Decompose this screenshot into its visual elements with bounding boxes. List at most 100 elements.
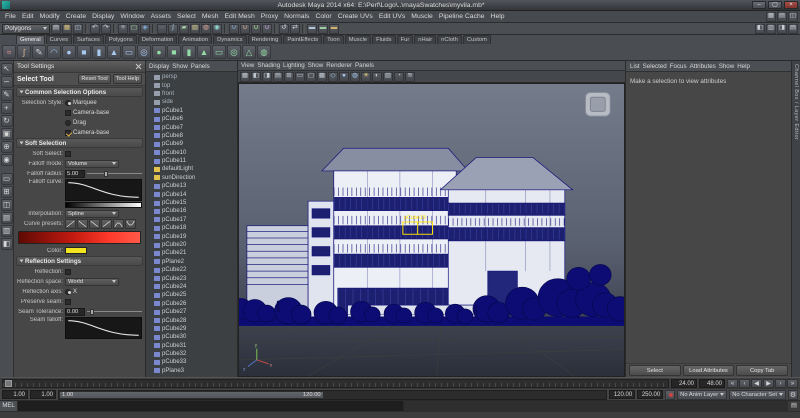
attribute-editor-button[interactable]: Copy Tab xyxy=(736,365,788,376)
playback-button[interactable]: » xyxy=(787,379,798,388)
sidebar-toggle-icon[interactable]: ▥ xyxy=(766,24,776,34)
time-field-2[interactable]: 48.00 xyxy=(699,379,725,388)
soft-select-checkbox[interactable] xyxy=(65,151,71,157)
viewport-toolbar-icon[interactable]: ⊞ xyxy=(284,72,294,82)
playback-button[interactable]: ◀ xyxy=(751,379,762,388)
tool-icon[interactable]: ↻ xyxy=(1,115,13,127)
view-cube[interactable] xyxy=(586,93,611,117)
outliner-item[interactable]: pCube30 xyxy=(146,333,237,341)
viewport-toolbar-icon[interactable]: ▭ xyxy=(295,72,305,82)
status-icon[interactable]: ▰ xyxy=(179,24,189,34)
shelf-tab[interactable]: Custom xyxy=(463,35,491,44)
shelf-item-icon[interactable]: ▮ xyxy=(182,45,196,59)
curve-preset-icon[interactable] xyxy=(113,219,124,229)
outliner-item[interactable]: front xyxy=(146,90,237,98)
status-icon[interactable]: ∪ xyxy=(229,24,239,34)
status-icon[interactable]: ▬ xyxy=(318,24,328,34)
tool-icon[interactable]: ✎ xyxy=(1,89,13,101)
attribute-editor-menu-item[interactable]: List xyxy=(630,63,640,70)
outliner-item[interactable]: pPlane3 xyxy=(146,367,237,375)
shelf-tab[interactable]: Curves xyxy=(46,35,72,44)
menu-item[interactable]: Pipeline Cache xyxy=(436,11,488,22)
playback-button[interactable]: › xyxy=(775,379,786,388)
attribute-editor-menu-item[interactable]: Help xyxy=(737,63,750,70)
close-icon[interactable] xyxy=(135,63,142,70)
menu-item[interactable]: Edit UVs xyxy=(376,11,408,22)
outliner-item[interactable]: pCube32 xyxy=(146,350,237,358)
section-common-selection[interactable]: Common Selection Options xyxy=(16,87,143,97)
status-icon[interactable]: ▬ xyxy=(329,24,339,34)
animation-preferences-icon[interactable]: ⚙ xyxy=(788,390,798,400)
menu-item[interactable]: Proxy xyxy=(258,11,281,22)
shelf-item-icon[interactable]: ▲ xyxy=(197,45,211,59)
shelf-item-icon[interactable]: △ xyxy=(242,45,256,59)
viewport-menu-item[interactable]: Lighting xyxy=(283,62,305,69)
attribute-editor-button[interactable]: Select xyxy=(629,365,681,376)
status-icon[interactable]: ∙ xyxy=(157,24,167,34)
falloff-color-ramp[interactable] xyxy=(18,231,141,244)
status-icon[interactable]: ▦ xyxy=(62,24,72,34)
section-reflection-settings[interactable]: Reflection Settings xyxy=(16,256,143,266)
outliner-item[interactable]: pCube27 xyxy=(146,308,237,316)
outliner-item[interactable]: persp xyxy=(146,73,237,81)
status-icon[interactable]: ↶ xyxy=(90,24,100,34)
status-icon[interactable]: ↷ xyxy=(101,24,111,34)
range-slider[interactable]: 1.00 120.00 xyxy=(58,390,607,400)
seam-tolerance-field[interactable]: 0.00 xyxy=(65,308,85,316)
outliner-item[interactable]: pCube10 xyxy=(146,149,237,157)
viewport-toolbar-icon[interactable]: ◨ xyxy=(262,72,272,82)
menu-item[interactable]: Edit Mesh xyxy=(222,11,258,22)
camera-based-checkbox-2[interactable] xyxy=(65,130,71,136)
viewport-toolbar-icon[interactable]: ▦ xyxy=(240,72,250,82)
shelf-tab[interactable]: Polygons xyxy=(105,35,137,44)
outliner-item[interactable]: pCube22 xyxy=(146,266,237,274)
menu-item[interactable]: Assets xyxy=(148,11,174,22)
viewport-toolbar-icon[interactable]: ▧ xyxy=(383,72,393,82)
shelf-tab[interactable]: Toon xyxy=(323,35,344,44)
layout-shortcut-icon[interactable]: ◫ xyxy=(788,12,798,22)
outliner-item[interactable]: pCube19 xyxy=(146,232,237,240)
status-icon[interactable]: ◍ xyxy=(201,24,211,34)
shelf-item-icon[interactable]: ✎ xyxy=(32,45,46,59)
layout-shortcut-icon[interactable]: ▦ xyxy=(766,12,776,22)
layout-shortcut-icon[interactable]: ▤ xyxy=(777,12,787,22)
camera-based-checkbox[interactable] xyxy=(65,110,71,116)
status-icon[interactable]: ▢ xyxy=(129,24,139,34)
menu-item[interactable]: Modify xyxy=(37,11,63,22)
shelf-item-icon[interactable]: ◎ xyxy=(137,45,151,59)
layout-button-icon[interactable]: ▭ xyxy=(1,173,13,185)
outliner-menu-item[interactable]: Show xyxy=(172,63,187,70)
outliner-item[interactable]: pCube17 xyxy=(146,216,237,224)
viewport-toolbar-icon[interactable]: ◐ xyxy=(372,72,382,82)
viewport-menu-item[interactable]: Show xyxy=(308,62,323,69)
falloff-radius-slider[interactable] xyxy=(87,170,142,178)
viewport-toolbar-icon[interactable]: ☀ xyxy=(361,72,371,82)
shelf-item-icon[interactable]: ■ xyxy=(167,45,181,59)
outliner-item[interactable]: pCube23 xyxy=(146,274,237,282)
outliner-item[interactable]: pCube25 xyxy=(146,291,237,299)
shelf-item-icon[interactable]: ▲ xyxy=(107,45,121,59)
shelf-item-icon[interactable]: ◎ xyxy=(227,45,241,59)
shelf-tab[interactable]: Muscle xyxy=(345,35,371,44)
outliner-item[interactable]: pCube28 xyxy=(146,316,237,324)
outliner-item[interactable]: pCube20 xyxy=(146,241,237,249)
current-time-marker[interactable] xyxy=(5,380,12,387)
section-soft-selection[interactable]: Soft Selection xyxy=(16,138,143,148)
outliner-item[interactable]: pCube15 xyxy=(146,199,237,207)
outliner-item[interactable]: pCube26 xyxy=(146,300,237,308)
animation-start-field[interactable]: 1.00 xyxy=(2,390,28,399)
outliner-menu-item[interactable]: Display xyxy=(149,63,169,70)
range-slider-handle[interactable]: 1.00 120.00 xyxy=(60,392,323,398)
viewport-toolbar-icon[interactable]: ▢ xyxy=(306,72,316,82)
status-icon[interactable] xyxy=(113,24,116,33)
outliner-item[interactable]: pCube7 xyxy=(146,123,237,131)
shelf-tab[interactable]: Fur xyxy=(397,35,414,44)
menu-item[interactable]: Create UVs xyxy=(335,11,376,22)
shelf-tab[interactable]: nCloth xyxy=(437,35,462,44)
tool-help-button[interactable]: Tool Help xyxy=(113,74,142,84)
viewport-toolbar-icon[interactable]: ◧ xyxy=(251,72,261,82)
shelf-tab[interactable]: Animation xyxy=(178,35,212,44)
script-editor-icon[interactable]: ▤ xyxy=(788,401,800,411)
viewport-canvas[interactable]: pCube19 y x z xyxy=(238,83,625,377)
falloff-radius-field[interactable]: 5.00 xyxy=(65,170,85,178)
